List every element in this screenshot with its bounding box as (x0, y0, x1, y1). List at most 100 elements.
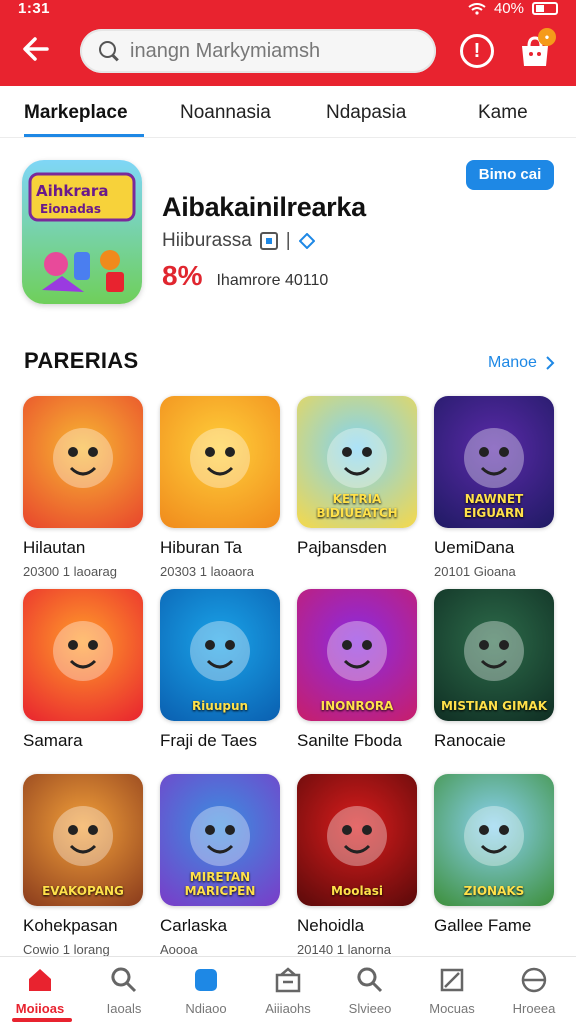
game-title: Hilautan (23, 538, 86, 557)
game-title: Sanilte Fboda (297, 731, 402, 750)
game-icon-text: Moolasi (331, 884, 383, 898)
featured-meta: Ihamrore 40110 (216, 272, 329, 289)
divider (0, 137, 576, 138)
see-more-link[interactable]: Manoe (488, 354, 555, 372)
nav-label: Moiioas (15, 1001, 65, 1016)
game-title: Fraji de Taes (160, 731, 258, 750)
game-meta: 20300 1 laoarag (23, 564, 117, 579)
game-icon: MISTIAN GIMAK (434, 589, 554, 721)
search-input[interactable] (130, 39, 420, 63)
game-icon-text: KETRIA BIDIUEATCH (316, 492, 398, 520)
store-icon (275, 967, 301, 993)
game-icon-text: ZIONAKS (463, 884, 525, 898)
nav-item[interactable]: Mocuas (412, 965, 492, 1016)
game-icon (23, 589, 143, 721)
diamond-icon (298, 233, 315, 249)
back-button[interactable] (16, 34, 56, 70)
game-meta: 20140 1 lanorna (297, 942, 391, 957)
nav-item[interactable]: Moiioas (0, 965, 80, 1016)
game-character-icon (190, 428, 250, 488)
game-card[interactable]: Riuupun Fraji de Taes (160, 589, 282, 751)
separator: | (285, 230, 291, 251)
game-icon: MIRETAN MARICPEN (160, 774, 280, 906)
game-icon-text: NAWNET EIGUARN (463, 492, 525, 520)
search-bar[interactable] (80, 29, 436, 73)
game-card[interactable]: Samara (23, 589, 145, 751)
discount-badge: 8% (162, 260, 203, 291)
game-title: Kohekpasan (23, 916, 118, 935)
chevron-right-icon (546, 356, 555, 370)
game-title: UemiDana (434, 538, 515, 557)
top-app-bar: 1:31 40% ! • (0, 0, 576, 86)
tab-noannasia[interactable]: Noannasia (180, 102, 271, 124)
game-icon (23, 396, 143, 528)
game-icon: EVAKOPANG (23, 774, 143, 906)
arrow-left-icon (23, 37, 49, 61)
game-card[interactable]: EVAKOPANG Kohekpasan Cowio 1 lorang (23, 774, 145, 957)
info-button[interactable]: ! (460, 34, 494, 68)
game-icon-text: Riuupun (191, 699, 249, 713)
nav-item[interactable]: Iaoals (84, 965, 164, 1016)
search-icon (111, 967, 137, 993)
tab-kame[interactable]: Kame (478, 102, 528, 124)
tab-marketplace[interactable]: Markeplace (24, 102, 128, 124)
featured-rating-row: 8% Ihamrore 40110 (162, 260, 328, 292)
game-card[interactable]: Moolasi Nehoidla 20140 1 lanorna (297, 774, 419, 957)
featured-app-icon[interactable]: Aihkrara Eionadas (22, 160, 142, 304)
shopping-bag-button[interactable]: • (516, 28, 556, 70)
tab-ndapasia[interactable]: Ndapasia (326, 102, 406, 124)
nav-item[interactable]: Slvieeo (330, 965, 410, 1016)
game-meta: 20303 1 laoaora (160, 564, 254, 579)
nav-label: Iaoals (106, 1001, 142, 1016)
nav-item[interactable]: Ndiaoo (166, 965, 246, 1016)
game-card[interactable]: KETRIA BIDIUEATCH Pajbansden (297, 396, 419, 558)
game-icon: Riuupun (160, 589, 280, 721)
game-card[interactable]: NAWNET EIGUARN UemiDana 20101 Gioana (434, 396, 556, 579)
window-icon (259, 232, 278, 250)
game-title: Hiburan Ta (160, 538, 242, 557)
nav-active-indicator (12, 1018, 72, 1022)
game-icon-text: INONRORA (320, 699, 394, 713)
game-title: Gallee Fame (434, 916, 532, 935)
info-icon: ! (473, 40, 481, 62)
game-card[interactable]: INONRORA Sanilte Fboda (297, 589, 419, 751)
game-icon-text: MISTIAN GIMAK (440, 699, 548, 713)
wifi-icon (468, 2, 486, 15)
featured-app: Aihkrara Eionadas Aibakainilrearka Hiibu… (0, 150, 576, 320)
see-more-label: Manoe (488, 354, 537, 371)
section-title: PARERIAS (24, 348, 139, 373)
game-card[interactable]: Hiburan Ta 20303 1 laoaora (160, 396, 282, 579)
nav-label: Mocuas (429, 1001, 475, 1016)
featured-subtitle: Hiiburassa (162, 230, 252, 251)
game-character-icon (53, 621, 113, 681)
bottom-navigation: Moiioas Iaoals Ndiaoo Aiiiaohs Slvieeo Mocuas… (0, 956, 576, 1024)
game-icon: INONRORA (297, 589, 417, 721)
nav-label: Hroeea (512, 1001, 556, 1016)
tab-bar: Markeplace Noannasia Ndapasia Kame (0, 92, 576, 138)
game-card[interactable]: ZIONAKS Gallee Fame (434, 774, 556, 936)
game-icon: NAWNET EIGUARN (434, 396, 554, 528)
status-bar: 1:31 40% (0, 0, 576, 18)
status-time: 1:31 (18, 0, 51, 17)
game-icon: ZIONAKS (434, 774, 554, 906)
game-title: Ranocaie (434, 731, 506, 750)
install-button[interactable]: Bimo cai (466, 160, 554, 190)
featured-subtitle-row: Hiiburassa | (162, 230, 315, 252)
nav-item[interactable]: Aiiiaohs (248, 965, 328, 1016)
battery-percent: 40% (493, 0, 524, 17)
nav-item[interactable]: Hroeea (494, 965, 574, 1016)
game-icon: KETRIA BIDIUEATCH (297, 396, 417, 528)
game-title: Carlaska (160, 916, 228, 935)
game-icon-text: MIRETAN MARICPEN (184, 870, 256, 898)
game-character-icon (53, 428, 113, 488)
battery-icon (532, 2, 558, 15)
game-meta: 20101 Gioana (434, 564, 516, 579)
game-card[interactable]: Hilautan 20300 1 laoarag (23, 396, 145, 579)
game-icon (160, 396, 280, 528)
nav-label: Aiiiaohs (265, 1001, 311, 1016)
game-card[interactable]: MIRETAN MARICPEN Carlaska Aoooa (160, 774, 282, 957)
profile-icon (521, 967, 547, 993)
edit-icon (195, 969, 217, 991)
game-card[interactable]: MISTIAN GIMAK Ranocaie (434, 589, 556, 751)
game-icon: Moolasi (297, 774, 417, 906)
